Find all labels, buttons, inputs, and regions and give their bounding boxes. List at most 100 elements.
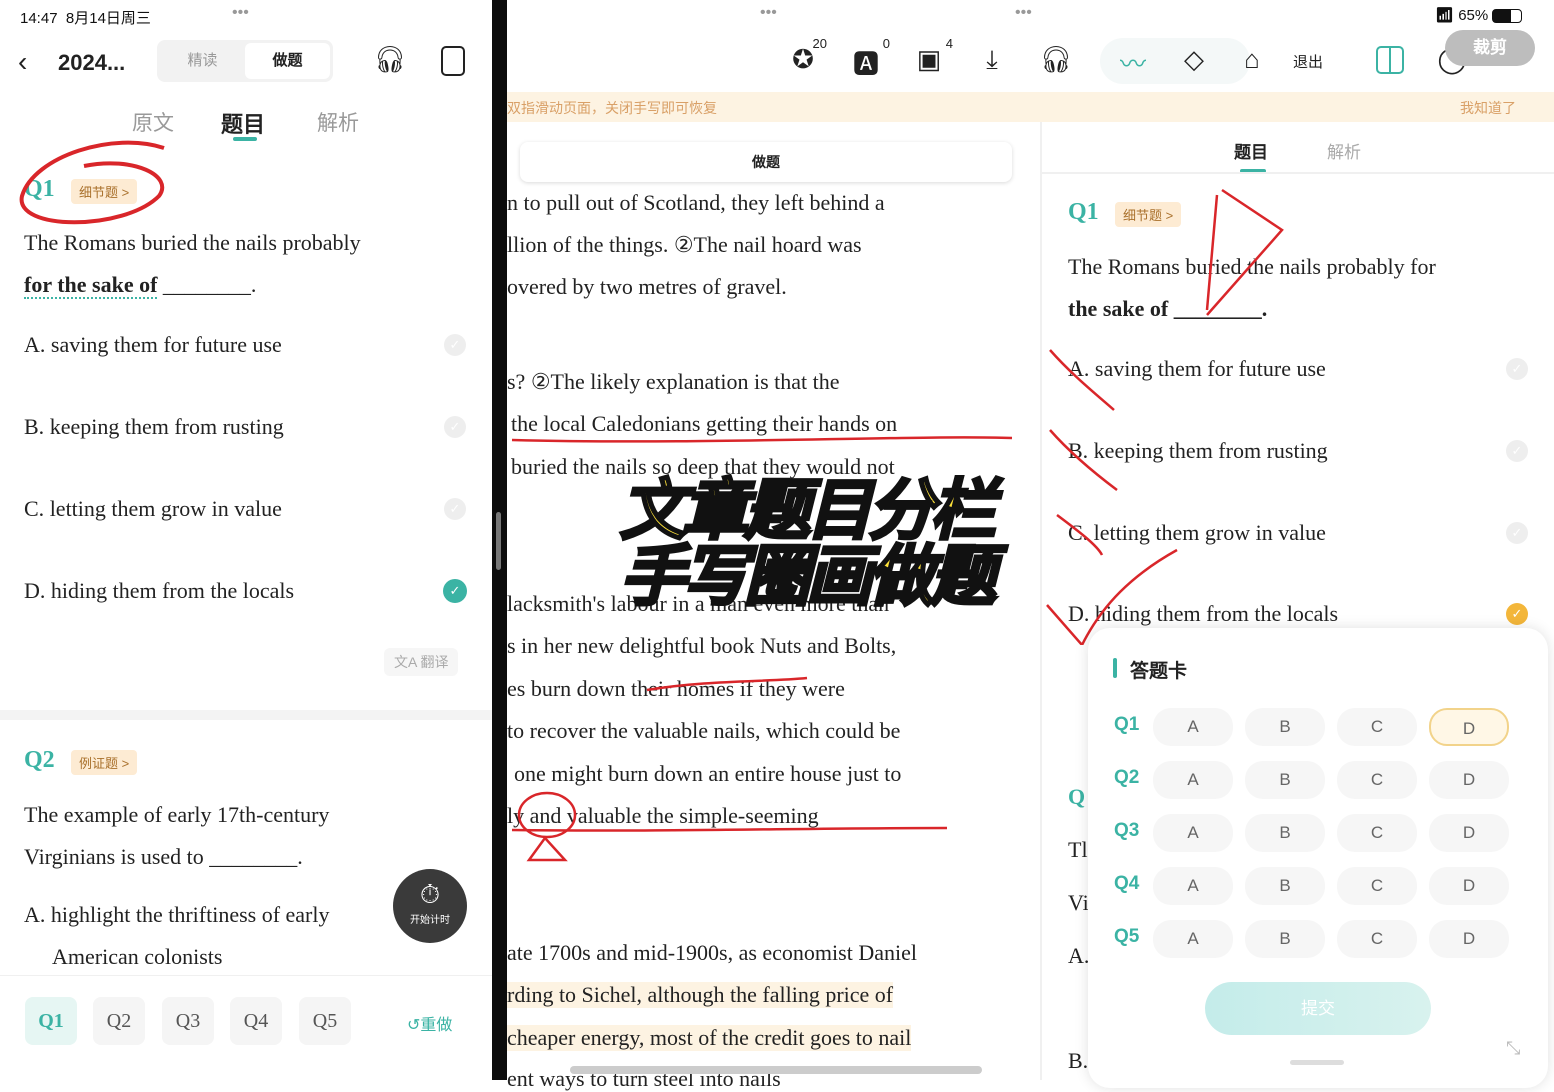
q-chip-2[interactable]: Q2: [93, 997, 145, 1045]
answer-option-q1-d[interactable]: D: [1429, 708, 1509, 746]
passage-line: s? ②The likely explanation is that the: [507, 369, 840, 394]
answer-option-q4-a[interactable]: A: [1153, 867, 1233, 905]
horizontal-scrollbar[interactable]: [570, 1066, 982, 1074]
split-handle[interactable]: [496, 512, 501, 570]
q-chip-1[interactable]: Q1: [25, 997, 77, 1045]
q2-option-a[interactable]: A. highlight the thriftiness of early: [24, 902, 330, 928]
sentence-card-icon[interactable]: ▣ 4: [909, 36, 953, 75]
segment-zuoti[interactable]: 做题: [245, 43, 330, 79]
redo-icon: ↺: [407, 1017, 421, 1034]
answer-option-q5-b[interactable]: B: [1245, 920, 1325, 958]
check-icon[interactable]: ✓: [444, 498, 466, 520]
answer-option-q5-c[interactable]: C: [1337, 920, 1417, 958]
title-accent: [1113, 658, 1117, 678]
answer-option-q4-b[interactable]: B: [1245, 867, 1325, 905]
do-questions-card[interactable]: 做题: [520, 142, 1012, 182]
right-tab-jiexi[interactable]: 解析: [1327, 138, 1361, 163]
answer-card-title: 答题卡: [1130, 661, 1188, 682]
tab-yuanwen[interactable]: 原文: [132, 107, 174, 137]
q2-text: The example of early 17th-century Virgini…: [24, 802, 330, 869]
award-icon[interactable]: ✪ 20: [783, 36, 827, 75]
check-icon[interactable]: ✓: [444, 334, 466, 356]
tab-timu[interactable]: 题目: [221, 107, 265, 139]
submit-button[interactable]: 提交: [1205, 982, 1431, 1035]
answer-option-q1-a[interactable]: A: [1153, 708, 1233, 746]
check-icon[interactable]: ✓: [1506, 358, 1528, 380]
collapse-icon[interactable]: ⤡: [1506, 1038, 1520, 1059]
check-icon[interactable]: ✓: [1506, 440, 1528, 462]
download-icon[interactable]: ⤓: [972, 44, 1012, 76]
caption-overlay: 文章题目分栏 手写圈画做题: [619, 472, 998, 615]
headphone-icon[interactable]: 🎧︎: [1036, 44, 1076, 75]
answer-option-q2-c[interactable]: C: [1337, 761, 1417, 799]
redo-button[interactable]: ↺重做: [407, 1011, 452, 1035]
check-icon[interactable]: ✓: [444, 416, 466, 438]
timer-label: 开始计时: [410, 915, 450, 926]
stopwatch-icon: ⏱︎: [419, 879, 441, 909]
answer-option-q2-b[interactable]: B: [1245, 761, 1325, 799]
handwriting-banner: 双指滑动页面，关闭手写即可恢复 我知道了: [507, 92, 1554, 122]
brush-clear-icon[interactable]: ⌂: [1232, 44, 1272, 75]
passage-line: ate 1700s and mid-1900s, as economist Da…: [507, 940, 917, 965]
bottom-bar: Q1 Q2 Q3 Q4 Q5 ↺重做: [0, 975, 492, 1080]
answer-row-label: Q4: [1114, 873, 1140, 894]
banner-dismiss-button[interactable]: 我知道了: [1460, 98, 1516, 118]
answer-option-q3-d[interactable]: D: [1429, 814, 1509, 852]
answer-option-q1-c[interactable]: C: [1337, 708, 1417, 746]
note-icon[interactable]: [441, 46, 465, 76]
timer-button[interactable]: ⏱︎ 开始计时: [393, 869, 467, 943]
answer-option-q2-a[interactable]: A: [1153, 761, 1233, 799]
q1-option-b[interactable]: B. keeping them from rusting: [24, 414, 284, 440]
answer-option-q3-b[interactable]: B: [1245, 814, 1325, 852]
back-chevron-icon[interactable]: ‹: [18, 46, 27, 78]
crop-button[interactable]: 裁剪: [1445, 30, 1535, 66]
answer-option-q5-d[interactable]: D: [1429, 920, 1509, 958]
answer-option-q5-a[interactable]: A: [1153, 920, 1233, 958]
check-selected-icon[interactable]: ✓: [1506, 603, 1528, 625]
q2-tag[interactable]: 例证题 >: [71, 750, 138, 775]
eraser-icon[interactable]: ◇: [1174, 44, 1214, 75]
answer-option-q1-b[interactable]: B: [1245, 708, 1325, 746]
q1-option-d[interactable]: D. hiding them from the locals: [24, 578, 294, 604]
right-tab-timu[interactable]: 题目: [1234, 138, 1268, 163]
multitask-dots[interactable]: •••: [232, 4, 249, 22]
translate-button[interactable]: 文A 翻译: [384, 648, 459, 676]
q2-number: Q2: [24, 747, 55, 773]
sheet-grabber[interactable]: [1290, 1060, 1344, 1065]
q-chip-4[interactable]: Q4: [230, 997, 282, 1045]
status-time: 14:47 8月14日周三: [20, 10, 151, 27]
passage-line: llion of the things. ②The nail hoard was: [507, 232, 862, 257]
check-icon[interactable]: ✓: [1506, 522, 1528, 544]
answer-card: 答题卡 Q1 A B C D Q2 A B C D Q3 A B C D Q4 A B C D Q5 A B C D 提交 ⤡: [1088, 628, 1548, 1088]
answer-option-q2-d[interactable]: D: [1429, 761, 1509, 799]
tab-divider: [1042, 172, 1554, 174]
exit-handwriting-button[interactable]: 退出: [1293, 51, 1323, 72]
passage-line: overed by two metres of gravel.: [507, 274, 787, 299]
split-view-icon[interactable]: [1376, 46, 1404, 74]
answer-option-q3-c[interactable]: C: [1337, 814, 1417, 852]
answer-option-q3-a[interactable]: A: [1153, 814, 1233, 852]
tab-jiexi[interactable]: 解析: [317, 107, 359, 137]
mode-segment: 精读 做题: [157, 40, 333, 82]
pen-icon[interactable]: 〰: [1113, 44, 1153, 81]
multitask-dots[interactable]: •••: [760, 4, 777, 22]
q-chip-5[interactable]: Q5: [299, 997, 351, 1045]
q1-text: The Romans buried the nails probably for …: [24, 230, 361, 299]
check-selected-icon[interactable]: ✓: [443, 579, 467, 603]
q1-option-a[interactable]: A. saving them for future use: [24, 332, 282, 358]
headphone-icon[interactable]: 🎧︎: [370, 44, 410, 75]
hand-drawn-circle: [19, 140, 165, 225]
segment-jingdu[interactable]: 精读: [160, 43, 245, 79]
q2-option-a-cont: American colonists: [52, 944, 223, 969]
answer-option-q4-c[interactable]: C: [1337, 867, 1417, 905]
answer-row-label: Q2: [1114, 767, 1140, 788]
answer-option-q4-d[interactable]: D: [1429, 867, 1509, 905]
q-chip-3[interactable]: Q3: [162, 997, 214, 1045]
word-card-icon[interactable]: 🅰︎ 0: [846, 36, 890, 81]
handwriting-annotations: [511, 436, 1013, 862]
section-divider: [0, 710, 492, 720]
multitask-dots[interactable]: •••: [1015, 4, 1032, 22]
peek-text: Q Tl Vi A. B.: [1068, 784, 1090, 1073]
q1-option-c[interactable]: C. letting them grow in value: [24, 496, 282, 522]
passage-line: n to pull out of Scotland, they left beh…: [507, 190, 885, 215]
